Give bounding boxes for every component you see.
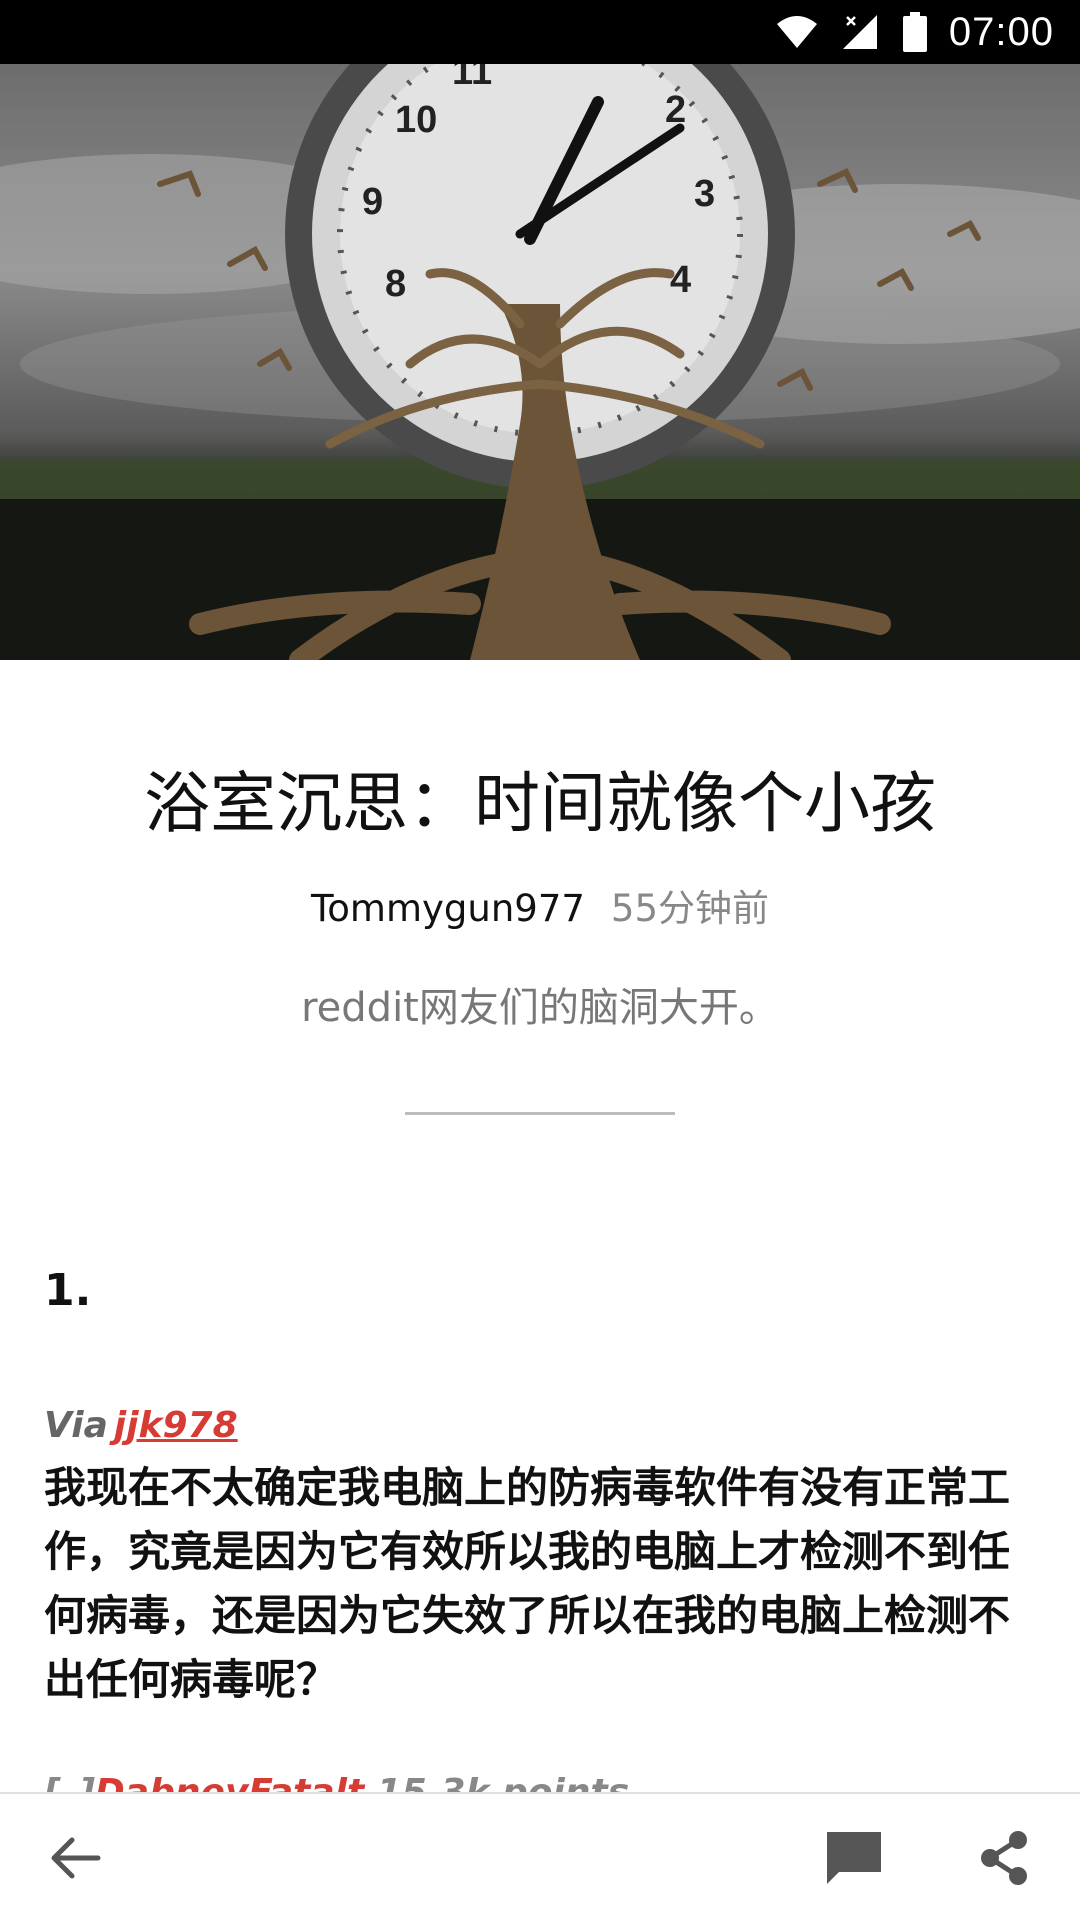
author-name[interactable]: Tommygun977 [311,887,585,930]
clock-time: 07:00 [948,9,1054,54]
via-label: Via [44,1405,108,1446]
article-subtitle: reddit网友们的脑洞大开。 [301,985,779,1031]
hero-image: 10 9 8 11 2 3 4 [0,64,1080,660]
item-number: 1. [44,1265,92,1316]
post-time: 55分钟前 [610,887,770,930]
via-line: Via jjk978 [44,1405,238,1446]
battery-icon [902,12,927,52]
share-icon [981,1831,1027,1885]
svg-text:9: 9 [362,181,383,223]
bottom-action-bar [0,1792,1080,1920]
arrow-left-icon [51,1837,101,1879]
svg-text:11: 11 [452,64,492,93]
signal-icon [841,13,881,51]
article-title: 浴室沉思：时间就像个小孩 [144,765,936,842]
svg-text:3: 3 [694,173,715,215]
svg-text:8: 8 [385,263,406,305]
svg-text:10: 10 [395,99,437,141]
back-button[interactable] [40,1822,112,1894]
wifi-icon [775,14,819,50]
via-user-link[interactable]: jjk978 [114,1405,238,1446]
article-byline: Tommygun977 55分钟前 [0,878,1080,932]
divider [405,1112,675,1115]
share-button[interactable] [968,1822,1040,1894]
comment-button[interactable] [818,1822,890,1894]
comment-icon [827,1832,881,1884]
item-text: 我现在不太确定我电脑上的防病毒软件有没有正常工作，究竟是因为它有效所以我的电脑上… [44,1463,1011,1704]
svg-text:4: 4 [670,259,691,301]
status-bar: 07:00 [0,0,1080,64]
